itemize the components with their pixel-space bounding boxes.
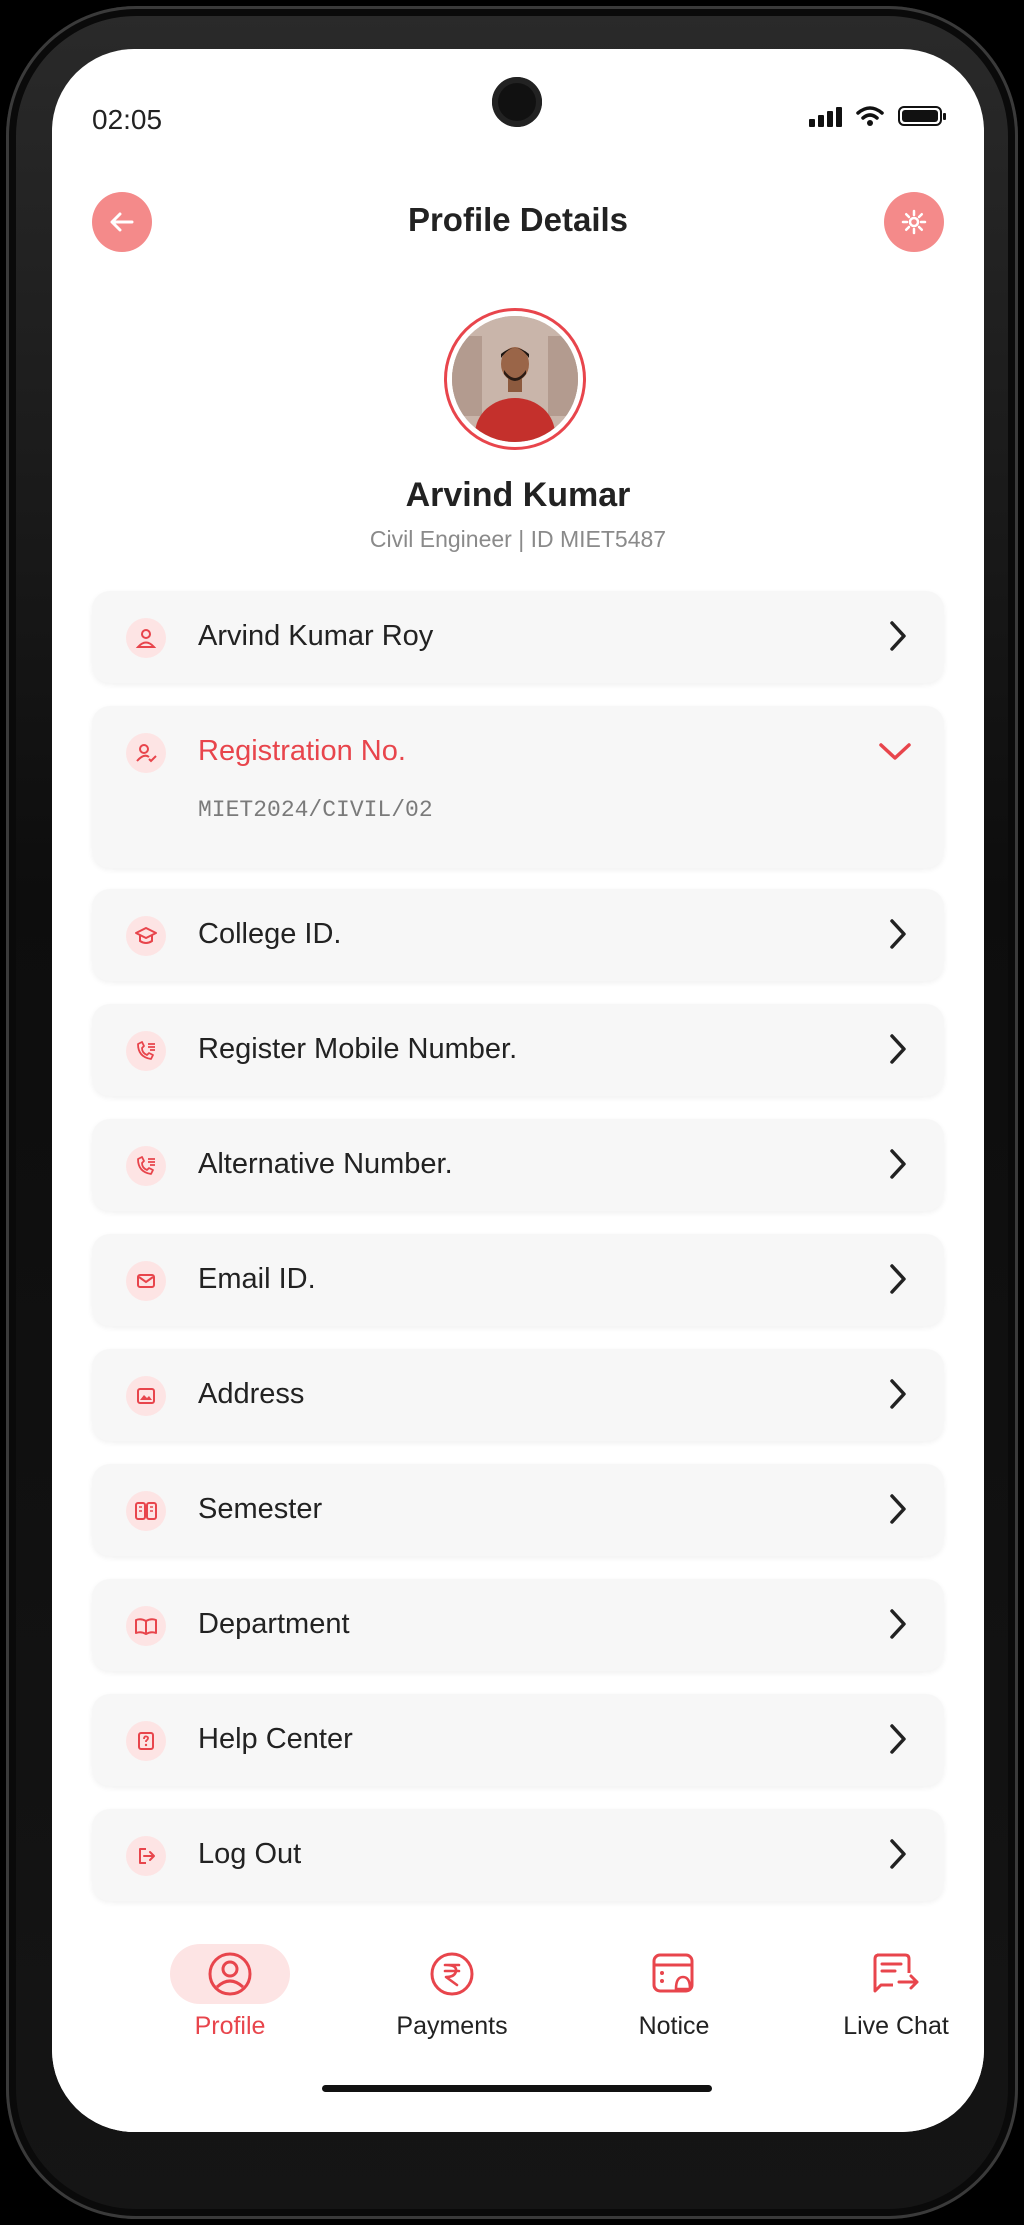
profile-item-registration[interactable]: Registration No. MIET2024/CIVIL/02 bbox=[92, 706, 944, 868]
profile-item-name[interactable]: Arvind Kumar Roy bbox=[92, 591, 944, 683]
chat-icon bbox=[873, 1953, 919, 1993]
nav-profile-icon-wrap bbox=[170, 1944, 290, 2004]
battery-icon bbox=[898, 106, 946, 126]
status-icons bbox=[809, 105, 946, 127]
person-photo-icon bbox=[452, 316, 578, 442]
profile-item-email[interactable]: Email ID. bbox=[92, 1234, 944, 1326]
item-label: College ID. bbox=[198, 918, 342, 950]
phone-list-icon bbox=[126, 1146, 166, 1186]
logout-icon bbox=[126, 1836, 166, 1876]
nav-live-chat[interactable]: Live Chat bbox=[826, 1944, 966, 2041]
chevron-right-icon bbox=[890, 1724, 906, 1754]
profile-subtitle: Civil Engineer | ID MIET5487 bbox=[369, 526, 667, 552]
help-icon bbox=[126, 1721, 166, 1761]
nav-payments-icon-wrap bbox=[392, 1944, 512, 2004]
chevron-right-icon bbox=[890, 919, 906, 949]
camera-cutout bbox=[492, 77, 542, 127]
item-label: Department bbox=[198, 1608, 350, 1640]
gear-icon bbox=[901, 209, 927, 235]
home-indicator bbox=[322, 2085, 712, 2092]
item-label: Address bbox=[198, 1378, 305, 1410]
chevron-right-icon bbox=[890, 1034, 906, 1064]
avatar[interactable] bbox=[444, 308, 586, 450]
user-icon bbox=[126, 618, 166, 658]
profile-item-department[interactable]: Department bbox=[92, 1579, 944, 1671]
chevron-right-icon bbox=[890, 1149, 906, 1179]
profile-item-alternative-number[interactable]: Alternative Number. bbox=[92, 1119, 944, 1211]
profile-item-mobile[interactable]: Register Mobile Number. bbox=[92, 1004, 944, 1096]
item-label: Arvind Kumar Roy bbox=[198, 620, 434, 652]
user-check-icon bbox=[126, 733, 166, 773]
rupee-icon bbox=[430, 1952, 474, 1996]
nav-payments[interactable]: Payments bbox=[382, 1944, 522, 2041]
profile-item-college-id[interactable]: College ID. bbox=[92, 889, 944, 981]
item-label: Help Center bbox=[198, 1723, 353, 1755]
chevron-right-icon bbox=[890, 1609, 906, 1639]
columns-icon bbox=[126, 1491, 166, 1531]
phone-frame: 02:05 Profile Details Arvind Kumar Civil… bbox=[6, 6, 1018, 2219]
item-label: Register Mobile Number. bbox=[198, 1033, 518, 1065]
wifi-icon bbox=[856, 106, 884, 126]
item-label: Alternative Number. bbox=[198, 1148, 453, 1180]
avatar-photo bbox=[452, 316, 578, 442]
nav-label: Profile bbox=[194, 2012, 266, 2040]
chevron-right-icon bbox=[890, 1264, 906, 1294]
graduation-cap-icon bbox=[126, 916, 166, 956]
settings-button[interactable] bbox=[884, 192, 944, 252]
nav-label: Notice bbox=[638, 2012, 710, 2040]
signal-icon bbox=[809, 105, 842, 127]
profile-name: Arvind Kumar bbox=[405, 476, 631, 514]
item-label: Registration No. bbox=[198, 735, 406, 767]
profile-item-address[interactable]: Address bbox=[92, 1349, 944, 1441]
item-label: Log Out bbox=[198, 1838, 302, 1870]
item-label: Semester bbox=[198, 1493, 323, 1525]
nav-live-chat-icon-wrap bbox=[836, 1944, 956, 2004]
mail-icon bbox=[126, 1261, 166, 1301]
item-label: Email ID. bbox=[198, 1263, 316, 1295]
image-card-icon bbox=[126, 1376, 166, 1416]
profile-item-semester[interactable]: Semester bbox=[92, 1464, 944, 1556]
page-title: Profile Details bbox=[407, 201, 629, 238]
book-icon bbox=[126, 1606, 166, 1646]
chevron-right-icon bbox=[890, 1379, 906, 1409]
profile-item-help-center[interactable]: Help Center bbox=[92, 1694, 944, 1786]
chevron-right-icon bbox=[890, 621, 906, 651]
phone-list-icon bbox=[126, 1031, 166, 1071]
status-time: 02:05 bbox=[92, 104, 163, 135]
nav-label: Live Chat bbox=[843, 2012, 949, 2040]
nav-profile[interactable]: Profile bbox=[160, 1944, 300, 2041]
profile-icon bbox=[208, 1952, 252, 1996]
nav-label: Payments bbox=[396, 2012, 508, 2040]
bottom-nav: Profile Payments Notice Live Chat bbox=[52, 1932, 984, 2132]
registration-value: MIET2024/CIVIL/02 bbox=[198, 797, 433, 823]
nav-notice-icon-wrap bbox=[614, 1944, 734, 2004]
chevron-right-icon bbox=[890, 1494, 906, 1524]
nav-notice[interactable]: Notice bbox=[604, 1944, 744, 2041]
app-screen: 02:05 Profile Details Arvind Kumar Civil… bbox=[52, 49, 984, 2132]
notice-icon bbox=[652, 1953, 694, 1993]
chevron-right-icon bbox=[890, 1839, 906, 1869]
profile-item-logout[interactable]: Log Out bbox=[92, 1809, 944, 1901]
chevron-down-icon bbox=[879, 743, 911, 760]
